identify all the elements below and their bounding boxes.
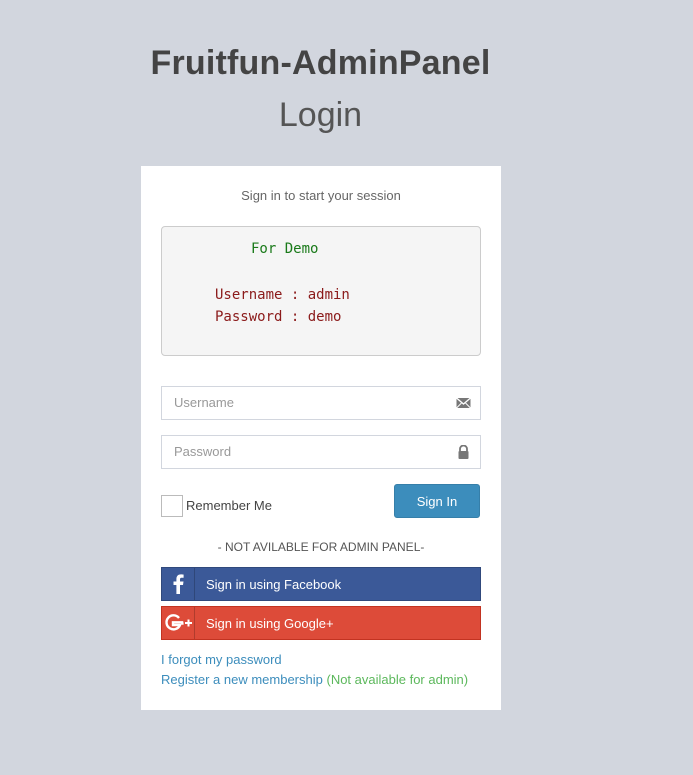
username-input[interactable] [162, 387, 444, 417]
login-box-message: Sign in to start your session [241, 188, 401, 203]
logo-subtitle: Login [278, 96, 363, 134]
logo-title: Fruitfun-AdminPanel [150, 44, 491, 82]
username-field [161, 386, 481, 420]
forgot-password-link[interactable]: I forgot my password [161, 652, 282, 667]
register-note: (Not available for admin) [326, 672, 469, 687]
lock-icon [456, 444, 471, 459]
demo-credentials: For Demo Username : admin Password : dem… [161, 226, 481, 356]
remember-label: Remember Me [186, 498, 272, 513]
sign-in-button[interactable]: Sign In [394, 484, 480, 518]
password-input[interactable] [162, 436, 444, 466]
register-row: Register a new membership (Not available… [161, 672, 468, 687]
password-field [161, 435, 481, 469]
google-signin-button[interactable]: Sign in using Google+ [161, 606, 481, 640]
google-signin-label: Sign in using Google+ [206, 616, 334, 631]
remember-checkbox[interactable] [161, 495, 183, 517]
facebook-signin-button[interactable]: Sign in using Facebook [161, 567, 481, 601]
envelope-icon [456, 396, 471, 410]
register-link[interactable]: Register a new membership [161, 672, 323, 687]
login-box: Sign in to start your session For Demo U… [141, 166, 501, 710]
demo-username: Username : admin [215, 287, 350, 303]
demo-password: Password : demo [215, 309, 342, 325]
google-plus-icon [162, 607, 195, 639]
facebook-signin-label: Sign in using Facebook [206, 577, 342, 592]
facebook-icon [162, 568, 195, 600]
demo-title: For Demo [251, 241, 319, 257]
not-available-note: - NOT AVILABLE FOR ADMIN PANEL- [217, 540, 425, 554]
